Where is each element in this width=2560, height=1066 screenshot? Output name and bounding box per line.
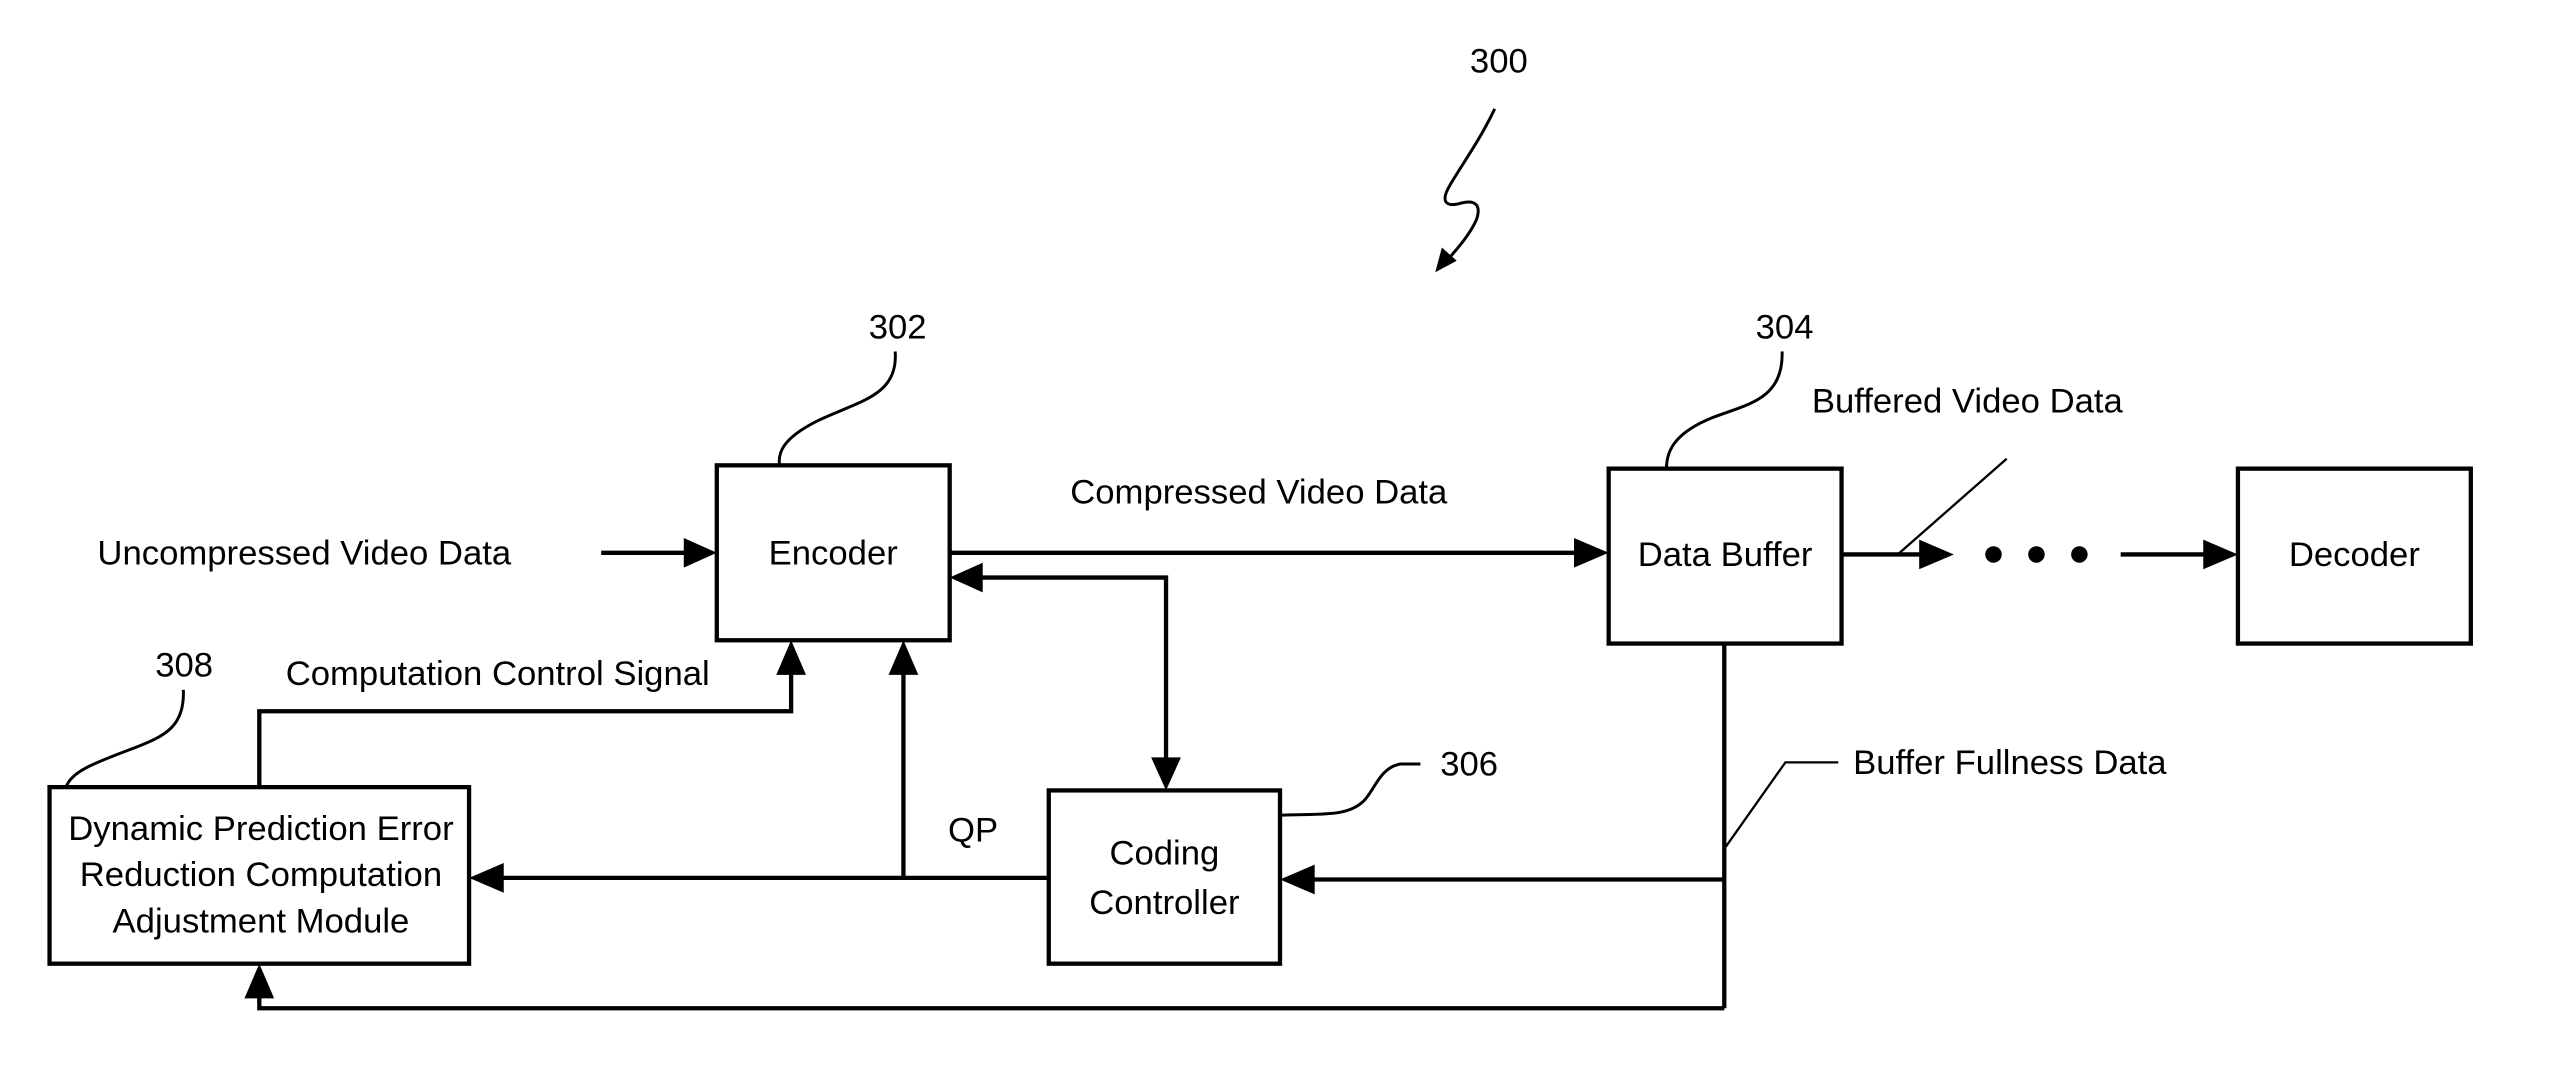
data-buffer-ref: 304	[1756, 308, 1814, 346]
coding-controller-block	[1046, 788, 1283, 966]
uncompressed-video-label: Uncompressed Video Data	[97, 534, 511, 572]
adjustment-module-label-line3: Adjustment Module	[113, 902, 410, 940]
buffer-fullness-to-module-arrowhead-icon	[244, 963, 275, 999]
coding-controller-ref: 306	[1440, 746, 1498, 784]
coding-controller-label-line1: Coding	[1109, 835, 1219, 873]
adjustment-module-label-line1: Dynamic Prediction Error	[68, 810, 453, 848]
coding-controller-ref-leader	[1281, 762, 1421, 817]
buffer-fullness-to-controller-arrowhead-icon	[1280, 864, 1315, 895]
buffer-fullness-to-module-line	[257, 991, 1725, 1011]
data-buffer-label: Data Buffer	[1638, 536, 1813, 574]
controller-input-arrowhead-icon	[1151, 757, 1181, 791]
buffered-label-leader	[1896, 457, 2008, 556]
encoder-ref: 302	[869, 308, 927, 346]
uncompressed-arrowhead-icon	[683, 537, 717, 568]
buffer-fullness-label: Buffer Fullness Data	[1853, 744, 2167, 782]
adjustment-module-ref: 308	[155, 647, 213, 685]
ellipsis-dot-3	[2071, 546, 2088, 563]
adjustment-module-label-line2: Reduction Computation	[80, 856, 442, 894]
buffered-arrowhead-icon	[1919, 539, 1954, 570]
compressed-arrowhead-icon	[1573, 537, 1609, 568]
adjustment-module-ref-leader	[64, 689, 185, 788]
buffer-fullness-label-leader	[1724, 761, 1839, 848]
coding-controller-label-line2: Controller	[1089, 884, 1239, 922]
qp-label: QP	[948, 812, 998, 850]
encoder-controller-link	[976, 575, 1169, 763]
block-diagram: 300 Encoder 302 Data Buffer 304 Decoder …	[47, 43, 2473, 1011]
encoder-ref-leader	[777, 351, 897, 466]
compressed-video-label: Compressed Video Data	[1070, 473, 1448, 511]
decoder-label: Decoder	[2289, 536, 2420, 574]
encoder-label: Encoder	[769, 534, 898, 572]
buffered-video-label: Buffered Video Data	[1812, 383, 2124, 421]
figure-ref-arrow	[1443, 108, 1497, 262]
decoder-arrowhead-icon	[2203, 539, 2238, 570]
computation-control-label: Computation Control Signal	[286, 655, 710, 693]
figure-ref-300: 300	[1470, 43, 1528, 81]
ellipsis-dot-1	[1985, 546, 2002, 563]
qp-to-module-arrowhead-icon	[469, 863, 504, 893]
ellipsis-dot-2	[2028, 546, 2045, 563]
data-buffer-ref-leader	[1664, 351, 1784, 469]
encoder-feedback-arrowhead-icon	[949, 562, 983, 593]
computation-control-arrowhead-icon	[776, 640, 806, 675]
qp-to-encoder-arrowhead-icon	[888, 640, 919, 675]
